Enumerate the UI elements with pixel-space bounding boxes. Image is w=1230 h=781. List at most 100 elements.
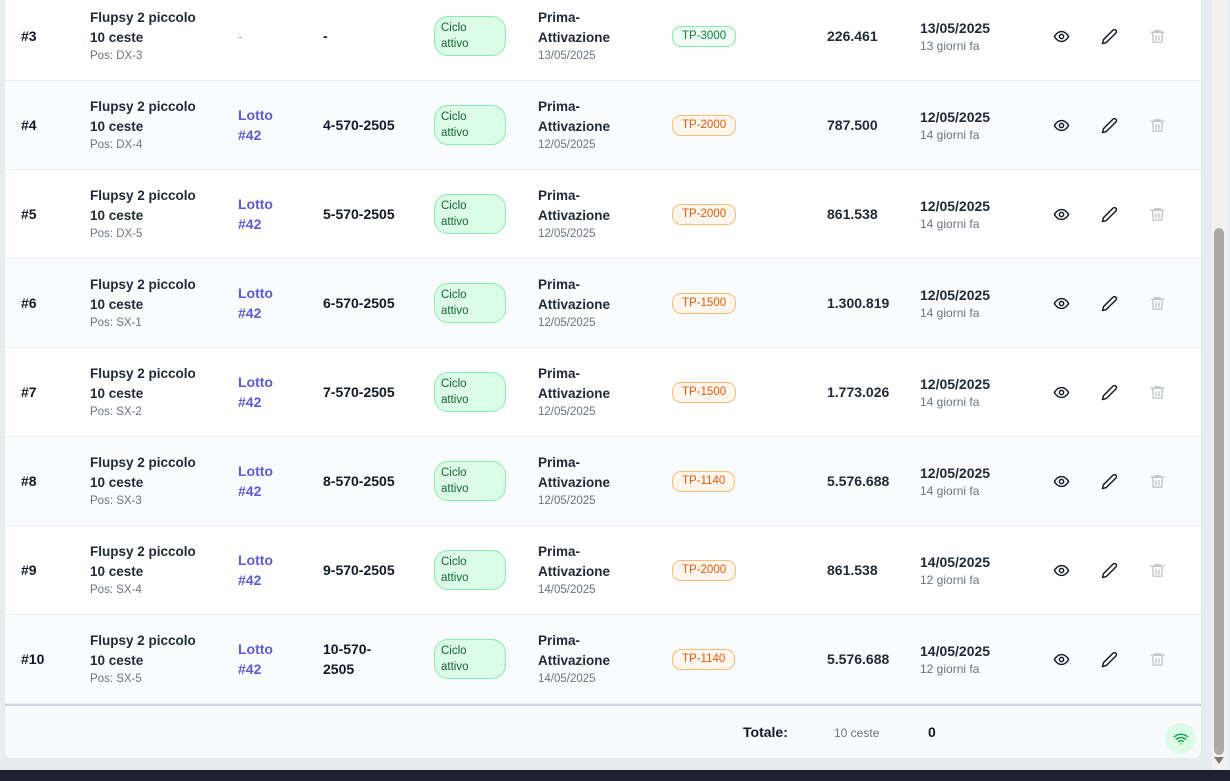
size-badge: TP-1140 [672, 648, 736, 670]
basket-number: #5 [21, 206, 37, 222]
lot-cell: Lotto #42 [238, 170, 308, 258]
flupsy-name: Flupsy 2 piccolo [90, 633, 196, 648]
edit-button[interactable] [1096, 201, 1122, 227]
delete-button[interactable] [1144, 201, 1170, 227]
size-badge: TP-1500 [672, 381, 737, 403]
view-button[interactable] [1048, 557, 1074, 583]
basket-position: Pos: DX-4 [90, 139, 143, 151]
cycle-code: 8-570-2505 [323, 437, 423, 525]
lot-label: Lotto [238, 285, 273, 301]
delete-button[interactable] [1144, 468, 1170, 494]
trash-icon [1149, 652, 1165, 666]
basket-info: Flupsy 2 piccolo 10 ceste Pos: SX-4 [90, 526, 230, 614]
date-cell: 12/05/2025 14 giorni fa [920, 81, 990, 169]
wifi-icon [1173, 733, 1188, 745]
status-badge: Ciclo attivo [434, 194, 506, 234]
trash-icon [1149, 563, 1165, 577]
basket-info: Flupsy 2 piccolo 10 ceste Pos: DX-5 [90, 170, 230, 258]
status-badge: Ciclo attivo [434, 283, 506, 323]
view-button[interactable] [1048, 290, 1074, 316]
status-line1: Ciclo [441, 111, 467, 123]
table-row: #6 Flupsy 2 piccolo 10 ceste Pos: SX-1 Lotto… [5, 259, 1201, 348]
pencil-icon [1101, 28, 1117, 44]
delete-button[interactable] [1144, 379, 1170, 405]
operation-type-line2: Attivazione [538, 475, 611, 490]
lot-label: Lotto [238, 641, 273, 657]
lot-label: Lotto [238, 463, 273, 479]
basket-position: Pos: DX-3 [90, 50, 143, 62]
status-cell: Ciclo attivo [434, 615, 506, 703]
edit-button[interactable] [1096, 468, 1122, 494]
last-operation: Prima- Attivazione 13/05/2025 [538, 0, 648, 80]
view-button[interactable] [1048, 23, 1074, 49]
edit-button[interactable] [1096, 557, 1122, 583]
lot-link[interactable]: Lotto #42 [238, 283, 308, 323]
last-date: 13/05/2025 [920, 19, 991, 36]
size-badge: TP-2000 [672, 559, 737, 581]
view-button[interactable] [1048, 201, 1074, 227]
operation-type-line2: Attivazione [538, 653, 611, 668]
eye-icon [1053, 653, 1069, 665]
lot-link[interactable]: Lotto #42 [238, 372, 308, 412]
last-operation: Prima- Attivazione 12/05/2025 [538, 348, 648, 436]
lot-link[interactable]: Lotto #42 [238, 105, 308, 145]
edit-button[interactable] [1096, 379, 1122, 405]
delete-button[interactable] [1144, 557, 1170, 583]
size-cell: TP-2000 [672, 170, 737, 258]
operation-date: 12/05/2025 [538, 495, 596, 507]
cycle-code: 9-570-2505 [323, 526, 423, 614]
lot-link[interactable]: Lotto #42 [238, 550, 308, 590]
relative-date: 14 giorni fa [920, 127, 980, 142]
lot-cell: Lotto #42 [238, 348, 308, 436]
basket-number: #6 [21, 295, 37, 311]
connection-status-button[interactable] [1165, 723, 1196, 754]
lot-link[interactable]: Lotto #42 [238, 639, 308, 679]
delete-button[interactable] [1144, 646, 1170, 672]
operation-date: 12/05/2025 [538, 139, 596, 151]
view-button[interactable] [1048, 112, 1074, 138]
trash-icon [1149, 296, 1165, 310]
lot-cell: - [238, 0, 308, 80]
operation-type-line2: Attivazione [538, 564, 611, 579]
operation-type-line1: Prima- [538, 188, 581, 203]
size-badge: TP-1500 [672, 292, 737, 314]
date-cell: 13/05/2025 13 giorni fa [920, 0, 990, 80]
basket-position: Pos: SX-2 [90, 406, 142, 418]
view-button[interactable] [1048, 379, 1074, 405]
status-cell: Ciclo attivo [434, 526, 506, 614]
delete-button[interactable] [1144, 23, 1170, 49]
operation-type-line1: Prima- [538, 366, 581, 381]
delete-button[interactable] [1144, 290, 1170, 316]
operation-date: 12/05/2025 [538, 317, 596, 329]
flupsy-name: Flupsy 2 piccolo [90, 188, 196, 203]
animal-count: 226.461 [827, 28, 878, 44]
basket-info: Flupsy 2 piccolo 10 ceste Pos: DX-4 [90, 81, 230, 169]
edit-button[interactable] [1096, 23, 1122, 49]
cycle-code-line1: 10-570- [323, 641, 372, 657]
view-button[interactable] [1048, 468, 1074, 494]
edit-button[interactable] [1096, 646, 1122, 672]
cycle-code: 4-570-2505 [323, 81, 423, 169]
status-badge: Ciclo attivo [434, 550, 506, 590]
basket-info: Flupsy 2 piccolo 10 ceste Pos: SX-2 [90, 348, 230, 436]
status-cell: Ciclo attivo [434, 348, 506, 436]
status-line2: attivo [441, 38, 469, 50]
lot-link[interactable]: Lotto #42 [238, 461, 308, 501]
table-row: #9 Flupsy 2 piccolo 10 ceste Pos: SX-4 Lotto… [5, 526, 1201, 615]
edit-button[interactable] [1096, 112, 1122, 138]
status-line2: attivo [441, 572, 469, 584]
scroll-down-arrow[interactable] [1214, 757, 1224, 764]
trash-icon [1149, 118, 1165, 132]
scrollbar-thumb[interactable] [1214, 228, 1224, 755]
operation-type-line1: Prima- [538, 10, 581, 25]
lot-link[interactable]: Lotto #42 [238, 194, 308, 234]
view-button[interactable] [1048, 646, 1074, 672]
delete-button[interactable] [1144, 112, 1170, 138]
operation-date: 13/05/2025 [538, 50, 596, 62]
last-date: 12/05/2025 [920, 197, 991, 214]
pencil-icon [1101, 117, 1117, 133]
edit-button[interactable] [1096, 290, 1122, 316]
last-operation: Prima- Attivazione 12/05/2025 [538, 170, 648, 258]
animal-count: 1.773.026 [827, 384, 890, 400]
basket-number: #9 [21, 562, 37, 578]
